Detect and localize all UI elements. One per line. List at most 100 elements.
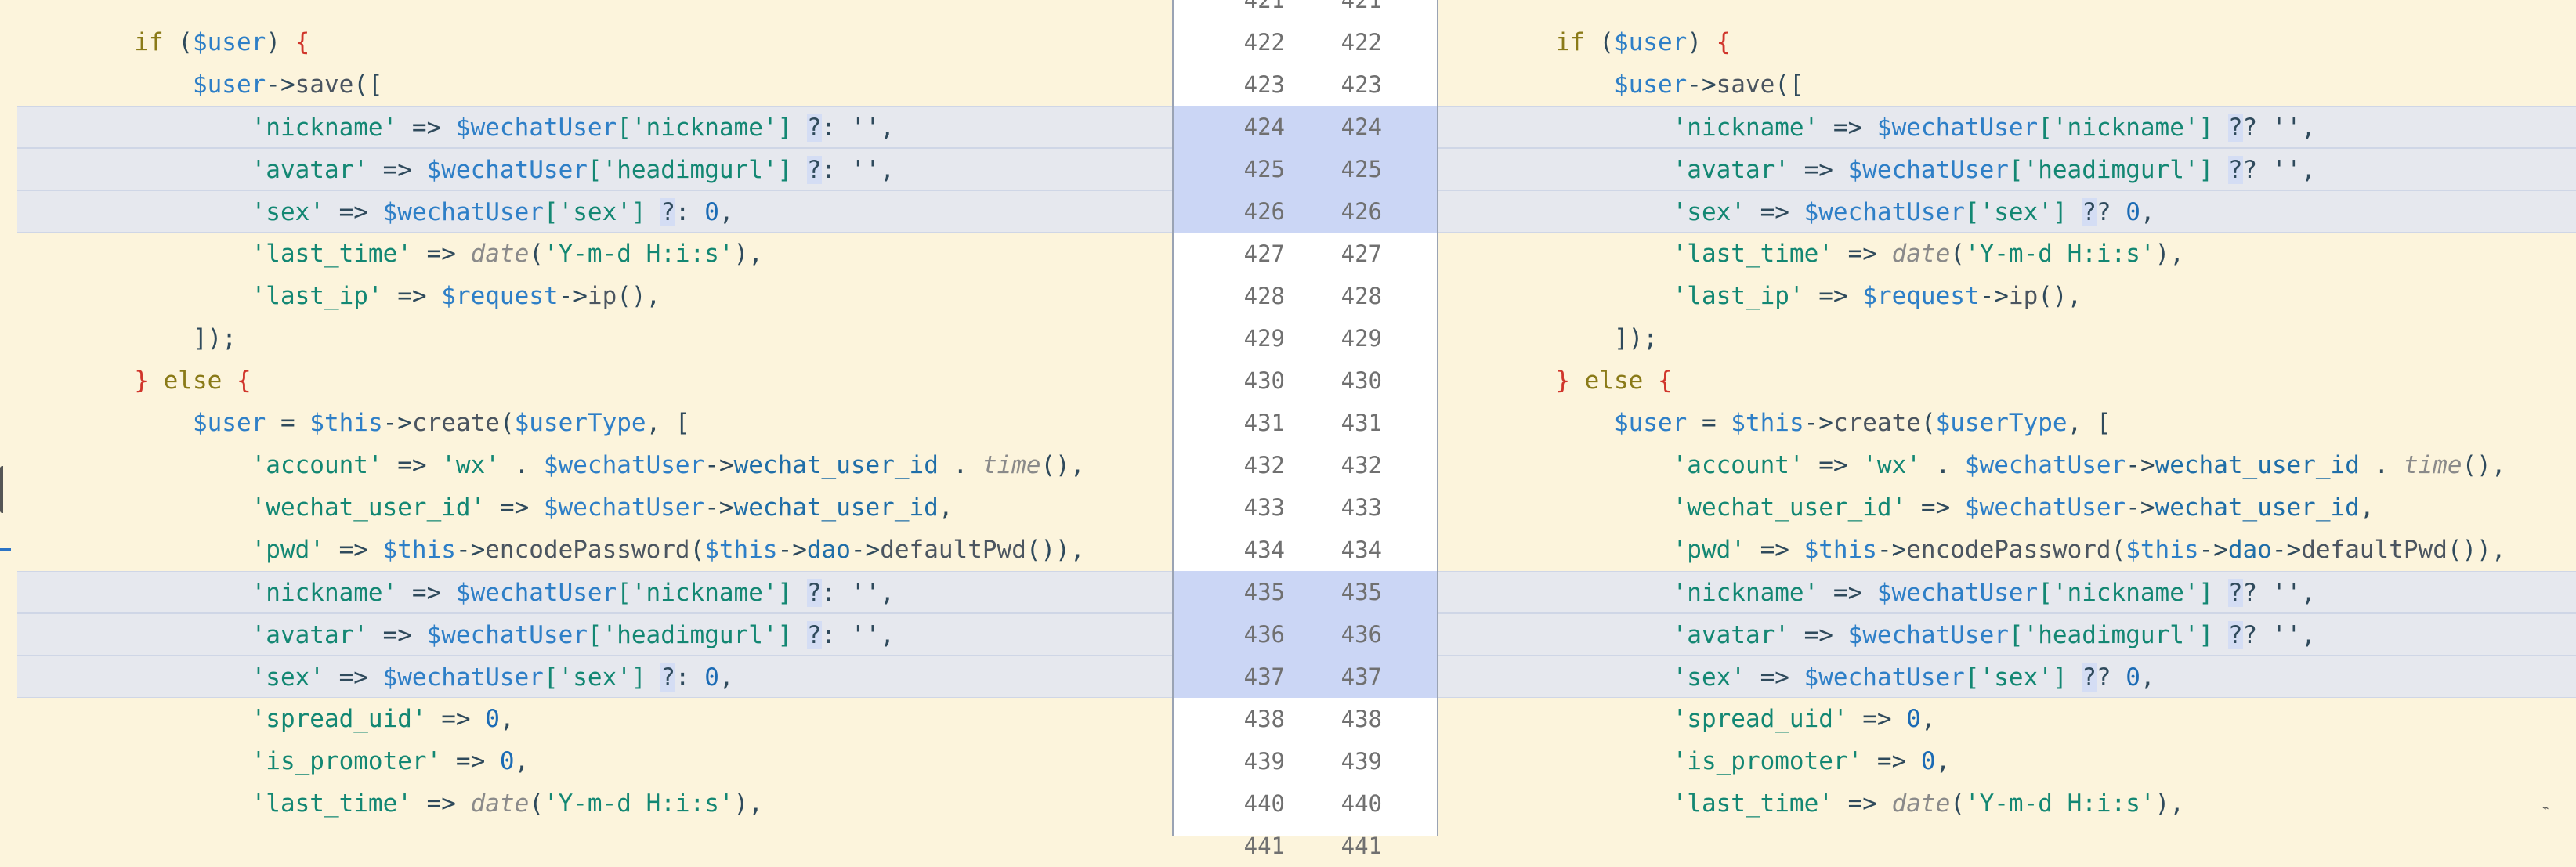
code-line[interactable]: 'account' => 'wx' . $wechatUser->wechat_… bbox=[17, 444, 1172, 486]
line-number-row[interactable]: 421 421 bbox=[1174, 0, 1437, 21]
right-editor-pane[interactable]: if ($user) { $user->save([ 'nickname' =>… bbox=[1438, 0, 2576, 836]
code-line[interactable] bbox=[1438, 825, 2576, 836]
line-number-row[interactable]: 430 430 bbox=[1174, 359, 1437, 402]
code-token: $wechatUser bbox=[1847, 621, 2009, 649]
code-line[interactable]: } else { bbox=[1438, 359, 2576, 402]
code-line[interactable]: 'avatar' => $wechatUser['headimgurl'] ?:… bbox=[17, 148, 1172, 190]
left-line-number: 439 bbox=[1243, 748, 1285, 775]
code-line[interactable]: $user->save([ bbox=[1438, 63, 2576, 106]
code-line[interactable]: 'last_ip' => $request->ip(), bbox=[1438, 275, 2576, 317]
code-line[interactable]: 'last_time' => date('Y-m-d H:i:s'), bbox=[1438, 782, 2576, 825]
code-line[interactable]: ]); bbox=[1438, 317, 2576, 359]
line-number-gutter: 421 421 422 422 423 423 424 424 425 425 426 426 427 4… bbox=[1172, 0, 1438, 859]
code-line[interactable] bbox=[17, 825, 1172, 836]
left-line-number: 428 bbox=[1243, 283, 1285, 309]
code-token: ['headimgurl'] bbox=[2008, 156, 2228, 184]
line-number-row[interactable]: 433 433 bbox=[1174, 486, 1437, 529]
code-token: encodePassword bbox=[1906, 536, 2111, 564]
line-number-row[interactable]: 437 437 bbox=[1174, 656, 1437, 698]
line-number-row[interactable]: 439 439 bbox=[1174, 740, 1437, 782]
left-line-number: 438 bbox=[1243, 706, 1285, 732]
code-token: ['sex'] bbox=[1964, 198, 2082, 226]
right-line-number: 432 bbox=[1340, 452, 1382, 479]
line-number-row[interactable]: 436 436 bbox=[1174, 613, 1437, 656]
code-token: -> bbox=[777, 536, 807, 564]
code-line[interactable]: if ($user) { bbox=[17, 21, 1172, 63]
resize-grip-icon[interactable]: ⌁ bbox=[2542, 803, 2558, 814]
line-number-row[interactable]: 441 441 bbox=[1174, 825, 1437, 867]
code-token: ? '', bbox=[2242, 621, 2316, 649]
code-line[interactable]: 'pwd' => $this->encodePassword($this->da… bbox=[1438, 529, 2576, 571]
code-line[interactable]: 'nickname' => $wechatUser['nickname'] ?:… bbox=[17, 106, 1172, 148]
right-line-number: 439 bbox=[1340, 748, 1382, 775]
code-line[interactable]: 'avatar' => $wechatUser['headimgurl'] ??… bbox=[1438, 613, 2576, 656]
line-number-row[interactable]: 431 431 bbox=[1174, 402, 1437, 444]
line-number-row[interactable]: 424 424 bbox=[1174, 106, 1437, 148]
line-number-row[interactable]: 434 434 bbox=[1174, 529, 1437, 571]
right-line-number: 422 bbox=[1340, 29, 1382, 56]
line-number-row[interactable]: 427 427 bbox=[1174, 233, 1437, 275]
line-number-row[interactable]: 432 432 bbox=[1174, 444, 1437, 486]
code-token: 'last_ip' bbox=[251, 282, 383, 310]
code-line[interactable]: 'sex' => $wechatUser['sex'] ?: 0, bbox=[17, 190, 1172, 233]
code-token: ? bbox=[660, 198, 675, 226]
left-line-number: 435 bbox=[1243, 579, 1285, 605]
right-line-number: 426 bbox=[1340, 198, 1382, 225]
code-line[interactable]: 'sex' => $wechatUser['sex'] ?? 0, bbox=[1438, 190, 2576, 233]
code-token: $this bbox=[704, 536, 778, 564]
code-line[interactable]: $user = $this->create($userType, [ bbox=[1438, 402, 2576, 444]
code-line[interactable]: 'account' => 'wx' . $wechatUser->wechat_… bbox=[1438, 444, 2576, 486]
code-token: $request bbox=[1862, 282, 1980, 310]
code-line[interactable]: 'spread_uid' => 0, bbox=[1438, 698, 2576, 740]
code-line[interactable]: 'nickname' => $wechatUser['nickname'] ??… bbox=[1438, 571, 2576, 613]
code-line[interactable]: 'nickname' => $wechatUser['nickname'] ?:… bbox=[17, 571, 1172, 613]
code-line[interactable]: 'wechat_user_id' => $wechatUser->wechat_… bbox=[17, 486, 1172, 529]
code-token: ? '', bbox=[2242, 579, 2316, 607]
left-line-number: 431 bbox=[1243, 410, 1285, 436]
code-line[interactable]: $user->save([ bbox=[17, 63, 1172, 106]
line-number-row[interactable]: 426 426 bbox=[1174, 190, 1437, 233]
code-line[interactable]: 'last_time' => date('Y-m-d H:i:s'), bbox=[17, 782, 1172, 825]
code-line[interactable]: if ($user) { bbox=[1438, 21, 2576, 63]
line-number-row[interactable]: 438 438 bbox=[1174, 698, 1437, 740]
code-line[interactable]: 'sex' => $wechatUser['sex'] ?: 0, bbox=[17, 656, 1172, 698]
code-token: 'wx' bbox=[1862, 451, 1921, 479]
code-token: wechat_user_id bbox=[733, 493, 939, 522]
code-token: (), bbox=[2462, 451, 2506, 479]
line-number-row[interactable]: 428 428 bbox=[1174, 275, 1437, 317]
right-line-number: 425 bbox=[1340, 156, 1382, 182]
code-line[interactable] bbox=[17, 0, 1172, 21]
left-editor-pane[interactable]: if ($user) { $user->save([ 'nickname' =>… bbox=[0, 0, 1172, 836]
code-line[interactable]: 'last_time' => date('Y-m-d H:i:s'), bbox=[1438, 233, 2576, 275]
line-number-row[interactable]: 423 423 bbox=[1174, 63, 1437, 106]
code-line[interactable]: ]); bbox=[17, 317, 1172, 359]
code-line[interactable]: 'pwd' => $this->encodePassword($this->da… bbox=[17, 529, 1172, 571]
diff-marker-icon[interactable] bbox=[0, 466, 14, 513]
code-token: $wechatUser bbox=[1804, 663, 1965, 692]
code-line[interactable]: 'last_ip' => $request->ip(), bbox=[17, 275, 1172, 317]
code-token: wechat_user_id bbox=[2155, 493, 2360, 522]
line-number-row[interactable]: 422 422 bbox=[1174, 21, 1437, 63]
code-line[interactable]: } else { bbox=[17, 359, 1172, 402]
code-token: : '', bbox=[821, 156, 895, 184]
code-line[interactable]: 'avatar' => $wechatUser['headimgurl'] ??… bbox=[1438, 148, 2576, 190]
line-number-row[interactable]: 429 429 bbox=[1174, 317, 1437, 359]
code-line[interactable]: 'is_promoter' => 0, bbox=[1438, 740, 2576, 782]
code-line[interactable]: 'nickname' => $wechatUser['nickname'] ??… bbox=[1438, 106, 2576, 148]
code-token: date bbox=[470, 789, 530, 818]
code-token: $userType bbox=[1935, 409, 2068, 437]
line-number-row[interactable]: 440 440 bbox=[1174, 782, 1437, 825]
code-line[interactable]: 'sex' => $wechatUser['sex'] ?? 0, bbox=[1438, 656, 2576, 698]
code-line[interactable]: $user = $this->create($userType, [ bbox=[17, 402, 1172, 444]
code-line[interactable]: 'wechat_user_id' => $wechatUser->wechat_… bbox=[1438, 486, 2576, 529]
line-number-row[interactable]: 425 425 bbox=[1174, 148, 1437, 190]
code-line[interactable]: 'spread_uid' => 0, bbox=[17, 698, 1172, 740]
code-line[interactable]: 'avatar' => $wechatUser['headimgurl'] ?:… bbox=[17, 613, 1172, 656]
code-token: defaultPwd bbox=[880, 536, 1026, 564]
line-number-row[interactable]: 435 435 bbox=[1174, 571, 1437, 613]
code-line[interactable] bbox=[1438, 0, 2576, 21]
code-line[interactable]: 'is_promoter' => 0, bbox=[17, 740, 1172, 782]
code-line[interactable]: 'last_time' => date('Y-m-d H:i:s'), bbox=[17, 233, 1172, 275]
